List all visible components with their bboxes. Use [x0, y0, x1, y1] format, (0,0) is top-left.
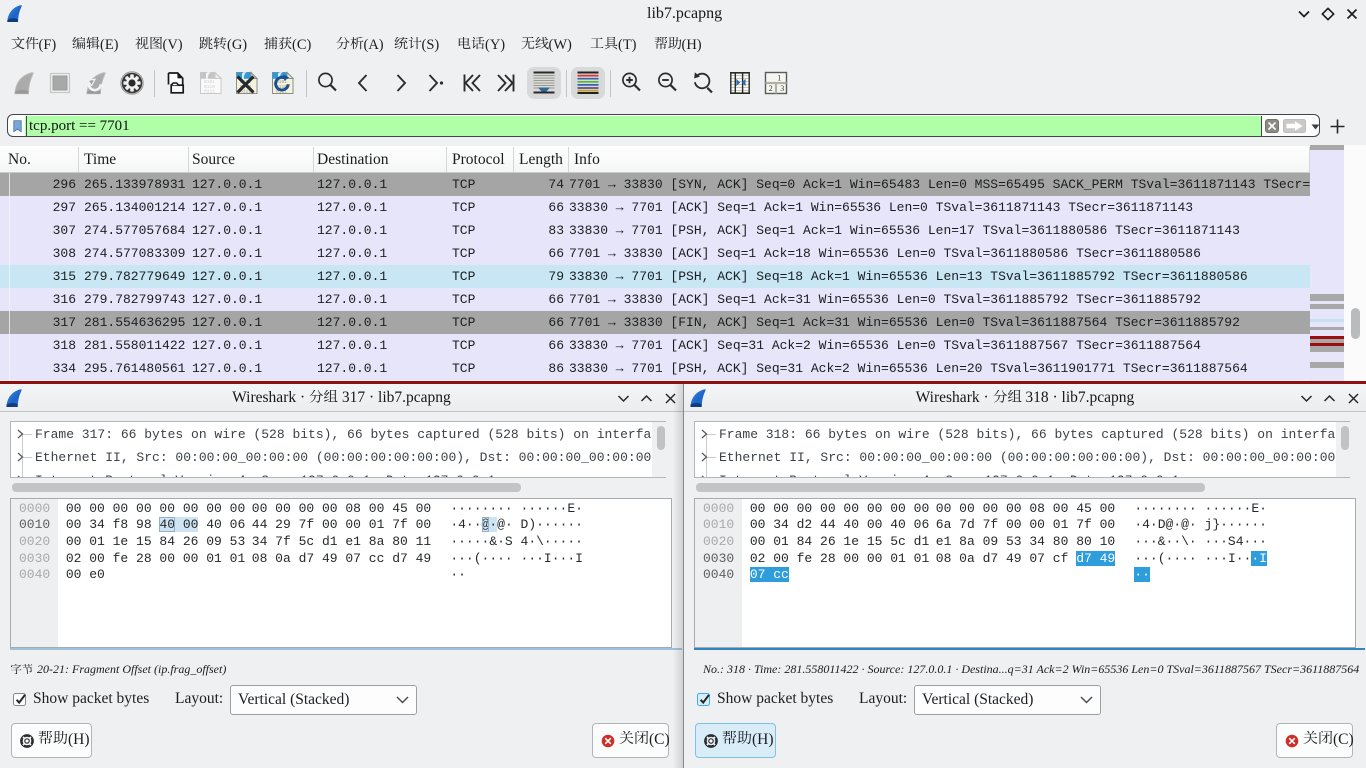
- svg-text:1: 1: [777, 74, 781, 83]
- svg-text:0111: 0111: [204, 89, 215, 95]
- svg-text:3: 3: [780, 84, 784, 93]
- svg-text:2: 2: [769, 84, 773, 93]
